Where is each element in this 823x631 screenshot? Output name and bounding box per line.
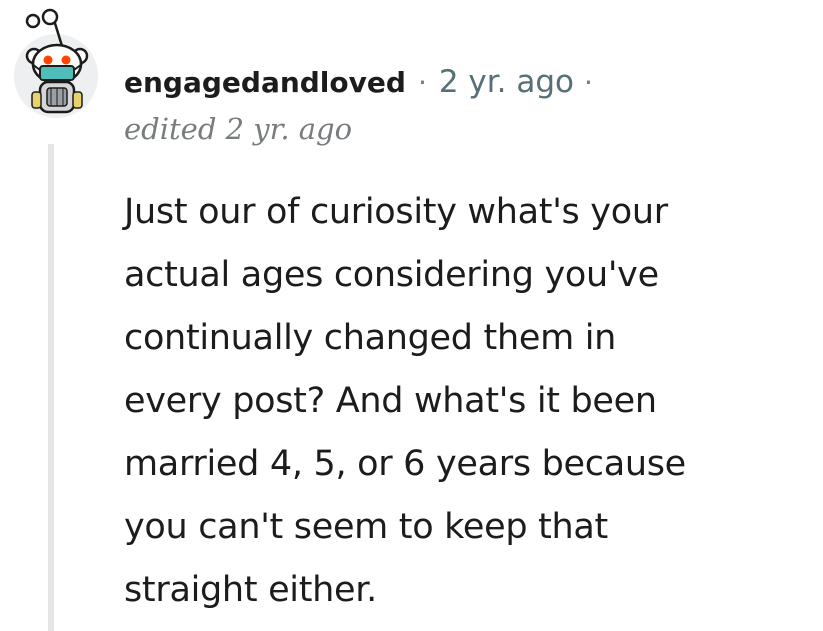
comment-body-line: married 4, 5, or 6 years because: [124, 444, 686, 484]
comment-body-line: you can't seem to keep that: [124, 507, 608, 547]
comment-body-line: continually changed them in: [124, 318, 617, 358]
comment-body: Just our of curiosity what's your actual…: [124, 181, 814, 622]
meta-separator-trailing: ·: [584, 65, 593, 99]
edited-label: edited 2 yr. ago: [124, 112, 353, 146]
comment-body-line: every post? And what's it been: [124, 381, 657, 421]
meta-separator: ·: [417, 65, 427, 99]
author-username[interactable]: engagedandloved: [124, 66, 406, 99]
comment-timestamp[interactable]: 2 yr. ago: [439, 64, 574, 100]
comment-body-line: actual ages considering you've: [124, 255, 659, 295]
user-avatar[interactable]: [10, 6, 102, 118]
comment-body-line: straight either.: [124, 570, 377, 610]
comment-meta: engagedandloved · 2 yr. ago ·: [124, 60, 593, 104]
comment-body-line: Just our of curiosity what's your: [124, 192, 668, 232]
snoo-avatar-icon: [14, 8, 98, 118]
thread-line[interactable]: [48, 144, 54, 631]
